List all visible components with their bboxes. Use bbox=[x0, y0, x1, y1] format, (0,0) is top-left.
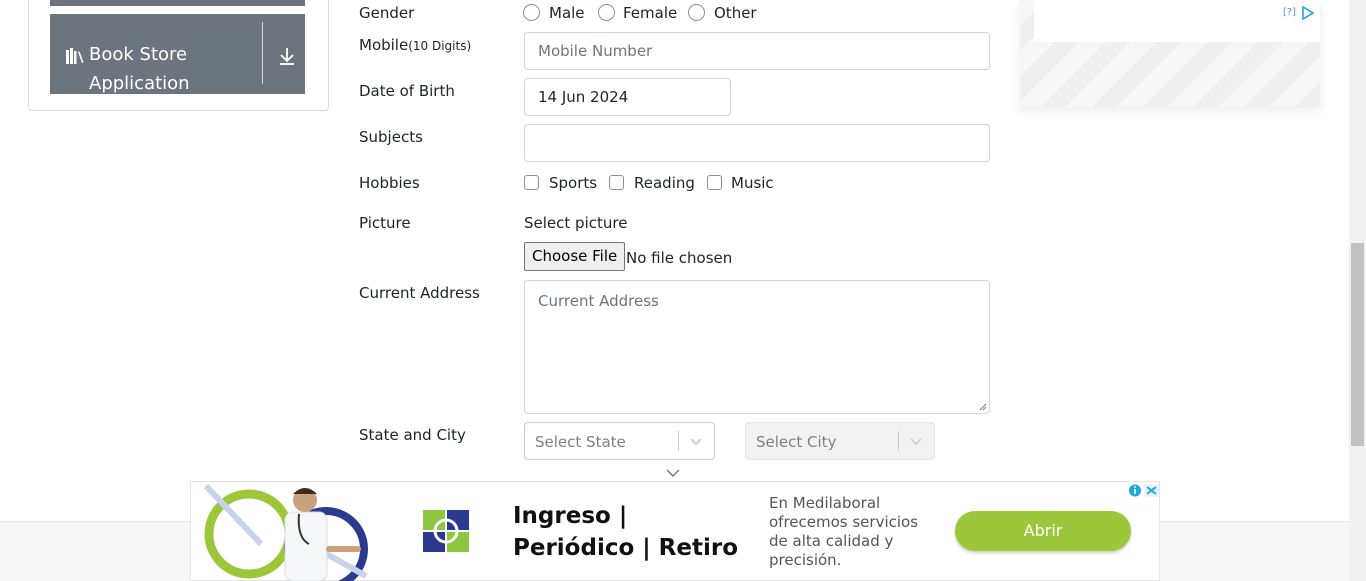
hobby-option-sports[interactable]: Sports bbox=[549, 173, 597, 193]
sidebar-item-book-store[interactable]: Book Store Application bbox=[50, 14, 305, 94]
adchoices-icon[interactable] bbox=[1302, 6, 1314, 20]
ad-doctor-image bbox=[203, 484, 368, 581]
hobbies-label: Hobbies bbox=[359, 174, 420, 192]
sidebar-item-label: Book Store Application bbox=[89, 44, 190, 94]
books-icon bbox=[66, 48, 84, 64]
mobile-label-text: Mobile bbox=[359, 36, 409, 54]
ad-content: [?] bbox=[1034, 0, 1320, 42]
address-label: Current Address bbox=[359, 284, 480, 302]
gender-radio-male[interactable] bbox=[523, 4, 540, 21]
scrollbar-thumb[interactable] bbox=[1351, 243, 1364, 446]
ad-info-mark[interactable]: [?] bbox=[1283, 7, 1296, 18]
download-icon[interactable] bbox=[278, 46, 296, 66]
gender-label: Gender bbox=[359, 4, 415, 22]
gender-option-other[interactable]: Other bbox=[714, 3, 757, 23]
state-placeholder: Select State bbox=[535, 433, 626, 451]
mobile-hint: (10 Digits) bbox=[408, 39, 472, 53]
address-textarea[interactable]: Current Address bbox=[524, 280, 990, 414]
ad-brand-logo-icon bbox=[423, 510, 469, 552]
hobby-checkbox-reading[interactable] bbox=[609, 175, 624, 190]
hobby-checkbox-sports[interactable] bbox=[524, 175, 539, 190]
city-placeholder: Select City bbox=[756, 433, 837, 451]
subjects-label: Subjects bbox=[359, 128, 423, 146]
gender-option-female[interactable]: Female bbox=[623, 3, 677, 23]
choose-file-button[interactable]: Choose File bbox=[524, 242, 626, 271]
picture-label: Picture bbox=[359, 214, 411, 232]
mobile-label: Mobile(10 Digits) bbox=[359, 35, 471, 56]
divider bbox=[262, 22, 263, 84]
subjects-input[interactable] bbox=[524, 124, 990, 162]
file-status: No file chosen bbox=[626, 249, 733, 267]
gender-radio-other[interactable] bbox=[688, 4, 705, 21]
hobby-checkbox-music[interactable] bbox=[707, 175, 722, 190]
ad-title[interactable]: Ingreso | Periódico | Retiro bbox=[513, 500, 753, 564]
ad-close-icon[interactable] bbox=[1128, 483, 1160, 498]
state-select[interactable]: Select State bbox=[524, 422, 715, 460]
mobile-input[interactable]: Mobile Number bbox=[524, 32, 990, 70]
dob-input[interactable]: 14 Jun 2024 bbox=[524, 78, 731, 116]
address-placeholder: Current Address bbox=[538, 292, 659, 310]
state-city-label: State and City bbox=[359, 426, 466, 444]
bottom-advertisement[interactable]: Ingreso | Periódico | Retiro En Medilabo… bbox=[190, 481, 1160, 581]
hobby-option-music[interactable]: Music bbox=[731, 173, 774, 193]
gender-option-male[interactable]: Male bbox=[549, 3, 585, 23]
city-select[interactable]: Select City bbox=[745, 422, 935, 460]
collapse-ad-icon[interactable] bbox=[666, 468, 680, 478]
gender-radio-female[interactable] bbox=[598, 4, 615, 21]
ad-description: En Medilaboral ofrecemos servicios de al… bbox=[769, 494, 919, 569]
chevron-down-icon[interactable] bbox=[689, 435, 703, 447]
dob-label: Date of Birth bbox=[359, 82, 455, 100]
side-advertisement[interactable]: [?] bbox=[1020, 0, 1320, 107]
picture-caption: Select picture bbox=[524, 214, 628, 232]
chevron-down-icon[interactable] bbox=[909, 435, 923, 447]
ad-open-button[interactable]: Abrir bbox=[955, 511, 1131, 551]
hobby-option-reading[interactable]: Reading bbox=[634, 173, 695, 193]
divider bbox=[898, 431, 899, 451]
sidebar-item-previous[interactable] bbox=[50, 0, 305, 6]
divider bbox=[678, 431, 679, 451]
resize-handle-icon[interactable] bbox=[979, 403, 987, 411]
